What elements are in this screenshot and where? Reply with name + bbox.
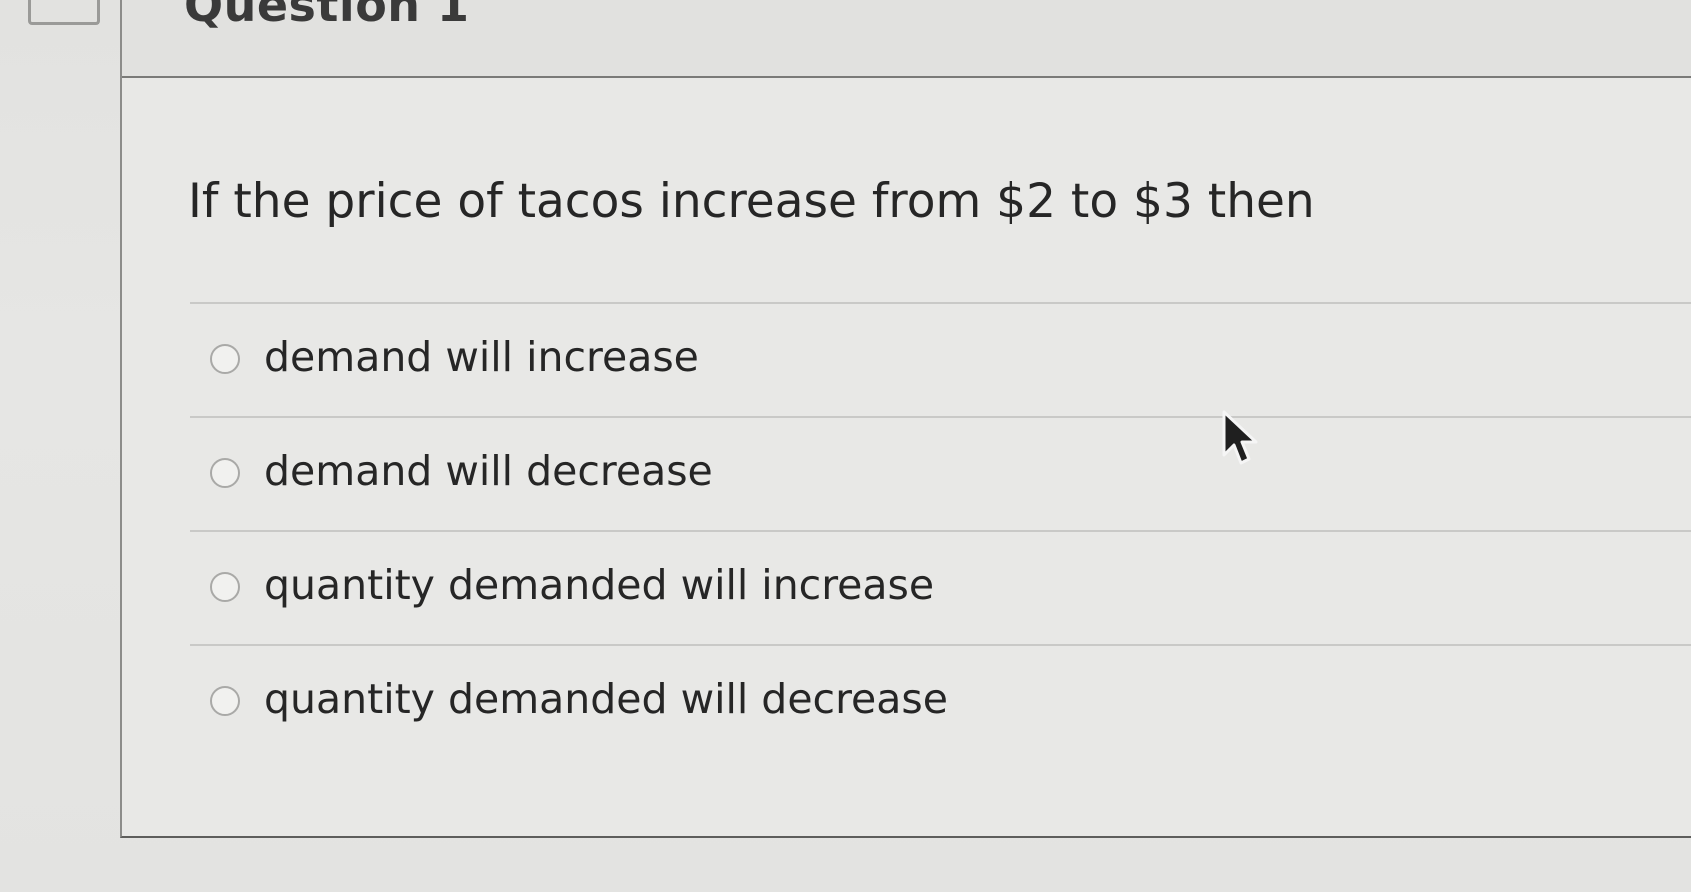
answer-label[interactable]: demand will decrease: [264, 446, 713, 496]
radio-button-icon[interactable]: [210, 686, 240, 716]
answer-option[interactable]: demand will increase: [190, 302, 1691, 416]
flag-icon[interactable]: [28, 0, 100, 25]
answer-option[interactable]: quantity demanded will increase: [190, 530, 1691, 644]
quiz-page: Question 1 If the price of tacos increas…: [0, 0, 1691, 892]
radio-button-icon[interactable]: [210, 572, 240, 602]
radio-button-icon[interactable]: [210, 344, 240, 374]
answer-label[interactable]: demand will increase: [264, 332, 699, 382]
answer-label[interactable]: quantity demanded will increase: [264, 560, 934, 610]
answer-list: demand will increase demand will decreas…: [190, 302, 1691, 758]
question-text: If the price of tacos increase from $2 t…: [188, 174, 1315, 229]
question-card: Question 1 If the price of tacos increas…: [120, 0, 1691, 838]
question-title: Question 1: [184, 0, 470, 32]
answer-option[interactable]: quantity demanded will decrease: [190, 644, 1691, 758]
mouse-pointer-icon: [1222, 410, 1258, 465]
radio-button-icon[interactable]: [210, 458, 240, 488]
answer-option[interactable]: demand will decrease: [190, 416, 1691, 530]
answer-label[interactable]: quantity demanded will decrease: [264, 674, 948, 724]
question-header: Question 1: [122, 0, 1691, 78]
